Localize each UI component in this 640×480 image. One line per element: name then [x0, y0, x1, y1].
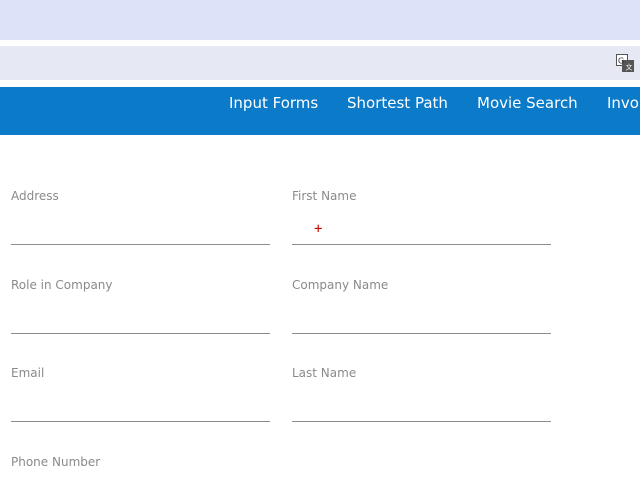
company-name-input[interactable] — [292, 300, 551, 334]
divider — [0, 80, 640, 87]
mouse-cursor: + — [314, 221, 323, 237]
email-input[interactable] — [11, 388, 270, 422]
translate-icon[interactable]: G 文 — [616, 54, 634, 72]
phone-number-field-group: Phone Number — [11, 455, 270, 480]
role-label: Role in Company — [11, 278, 113, 292]
nav-item-input-forms[interactable]: Input Forms — [229, 94, 318, 112]
last-name-label: Last Name — [292, 366, 357, 380]
company-name-label: Company Name — [292, 278, 389, 292]
last-name-field-group: Last Name — [292, 366, 551, 436]
svg-text:文: 文 — [626, 63, 633, 72]
nav-item-shortest-path[interactable]: Shortest Path — [347, 94, 448, 112]
nav-item-invo[interactable]: Invo — [607, 94, 639, 112]
address-field-group: Address — [11, 189, 270, 259]
page-toolbar: G 文 — [0, 46, 640, 80]
first-name-label: First Name — [292, 189, 357, 203]
phone-number-label: Phone Number — [11, 455, 101, 469]
last-name-input[interactable] — [292, 388, 551, 422]
email-field-group: Email — [11, 366, 270, 436]
svg-text:G: G — [618, 57, 624, 66]
first-name-field-group: First Name — [292, 189, 551, 259]
role-field-group: Role in Company — [11, 278, 270, 348]
role-input[interactable] — [11, 300, 270, 334]
main-navbar: Input Forms Shortest Path Movie Search I… — [0, 87, 640, 135]
browser-top-strip — [0, 0, 640, 40]
company-name-field-group: Company Name — [292, 278, 551, 348]
address-input[interactable] — [11, 211, 270, 245]
first-name-input[interactable] — [292, 211, 551, 245]
email-label: Email — [11, 366, 45, 380]
nav-item-movie-search[interactable]: Movie Search — [477, 94, 578, 112]
address-label: Address — [11, 189, 59, 203]
